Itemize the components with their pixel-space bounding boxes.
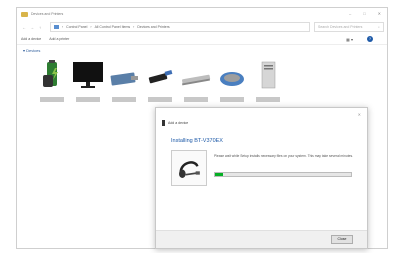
- add-printer-button[interactable]: Add a printer: [49, 37, 69, 41]
- breadcrumb-all-items[interactable]: All Control Panel Items: [95, 25, 131, 29]
- device-label: [148, 97, 172, 102]
- folder-icon: [21, 11, 28, 17]
- window-controls: – □ ✕: [349, 11, 381, 16]
- control-panel-icon: [54, 25, 59, 29]
- monitor-icon: [73, 62, 103, 88]
- dialog-header-label: Add a device: [168, 121, 189, 125]
- device-label: [184, 97, 208, 102]
- window-title: Devices and Printers: [31, 12, 64, 16]
- mouse-icon: [220, 72, 244, 86]
- usb-hub-icon: [110, 72, 138, 86]
- bluetooth-icon: [162, 120, 165, 126]
- help-icon[interactable]: ?: [367, 36, 373, 42]
- breadcrumb-devices[interactable]: Devices and Printers: [137, 25, 169, 29]
- dialog-close-icon[interactable]: ✕: [358, 112, 361, 117]
- device-label: [220, 97, 244, 102]
- device-usb-stick[interactable]: [143, 58, 177, 102]
- device-usb-hub[interactable]: [107, 58, 141, 102]
- forward-button[interactable]: →: [28, 25, 36, 30]
- back-button[interactable]: ←: [20, 25, 28, 30]
- search-placeholder: Search Devices and Printers: [318, 25, 363, 29]
- up-button[interactable]: ↑: [36, 25, 44, 30]
- close-button[interactable]: Close: [331, 235, 353, 244]
- breadcrumb-control-panel[interactable]: Control Panel: [66, 25, 87, 29]
- scanner-icon: [182, 74, 211, 86]
- progress-fill: [215, 173, 224, 176]
- device-mouse[interactable]: [215, 58, 249, 102]
- device-label: [256, 97, 280, 102]
- address-bar[interactable]: › Control Panel › All Control Panel Item…: [50, 22, 310, 32]
- view-options-icon[interactable]: ▦ ▾: [346, 37, 353, 42]
- device-monitor[interactable]: [71, 58, 105, 102]
- device-battery[interactable]: [35, 58, 69, 102]
- section-label: Devices: [26, 48, 41, 53]
- dialog-header: Add a device: [162, 120, 188, 126]
- device-label: [40, 97, 64, 102]
- device-image: [171, 150, 207, 186]
- divider: [17, 44, 387, 45]
- address-row: ← → ↑ › Control Panel › All Control Pane…: [20, 22, 384, 32]
- dialog-footer: Close: [156, 230, 367, 248]
- install-progress-bar: [214, 172, 352, 177]
- usb-stick-icon: [148, 70, 173, 84]
- dialog-message: Please wait while Setup installs necessa…: [214, 154, 354, 158]
- command-bar-right: ▦ ▾ ?: [346, 36, 381, 42]
- breadcrumb-separator-icon: ›: [62, 25, 64, 29]
- device-computer[interactable]: [251, 58, 285, 102]
- title-bar: Devices and Printers: [17, 8, 387, 20]
- battery-icon: [43, 60, 58, 87]
- maximize-button[interactable]: □: [363, 11, 365, 16]
- dialog-title: Installing BT-V370EX: [171, 138, 223, 144]
- add-device-button[interactable]: Add a device: [21, 37, 41, 41]
- minimize-button[interactable]: –: [349, 11, 351, 16]
- device-label: [112, 97, 136, 102]
- breadcrumb-separator-icon: ›: [133, 25, 135, 29]
- chevron-down-icon: ▾: [23, 48, 26, 53]
- device-scanner[interactable]: [179, 58, 213, 102]
- device-label: [76, 97, 100, 102]
- computer-tower-icon: [261, 61, 276, 89]
- add-device-dialog: ✕ Add a device Installing BT-V370EX Plea…: [155, 107, 368, 249]
- device-list: [35, 58, 285, 102]
- devices-section-header[interactable]: ▾ Devices: [23, 48, 40, 53]
- command-bar: Add a device Add a printer ▦ ▾ ?: [21, 35, 381, 43]
- search-icon: ⌕: [378, 25, 380, 29]
- close-window-button[interactable]: ✕: [378, 11, 381, 16]
- headset-icon: [179, 161, 200, 178]
- breadcrumb-separator-icon: ›: [90, 25, 92, 29]
- search-input[interactable]: Search Devices and Printers ⌕: [314, 22, 384, 32]
